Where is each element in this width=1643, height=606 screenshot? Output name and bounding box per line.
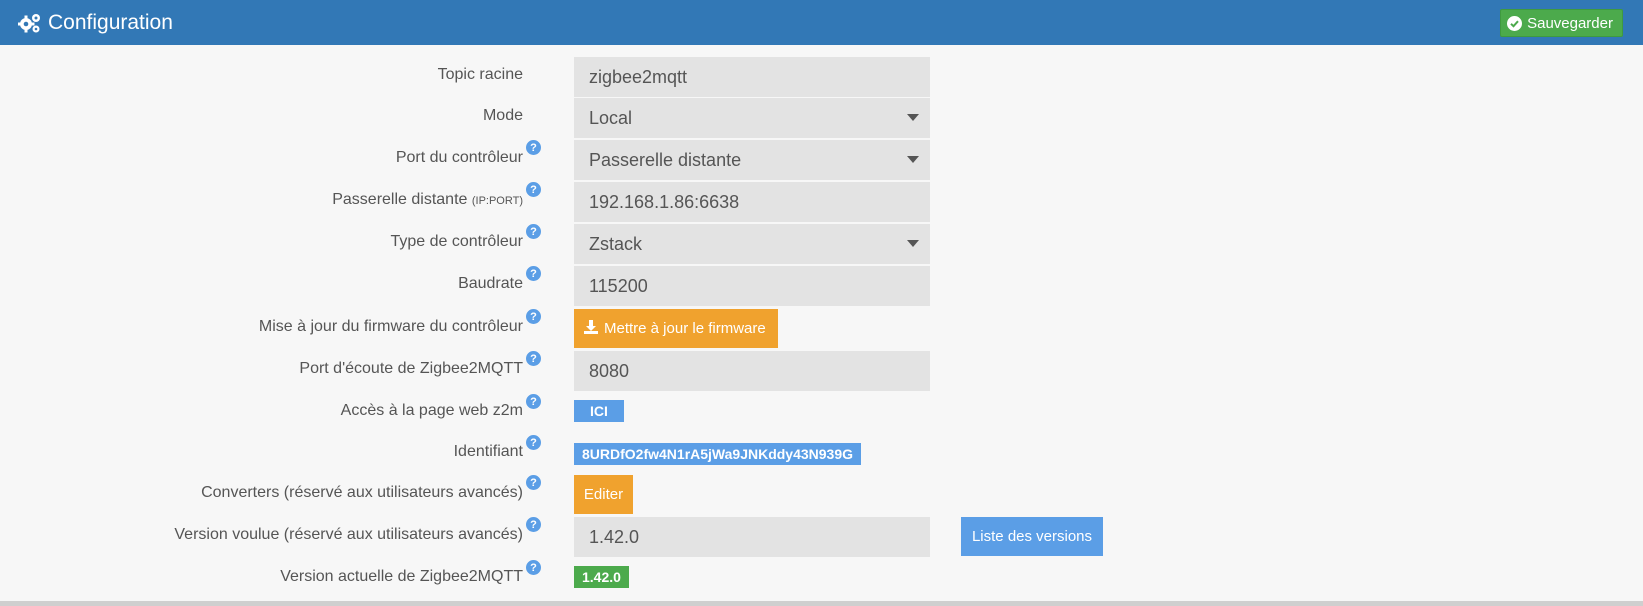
type-value: Zstack [589, 234, 643, 254]
remote-label-text: Passerelle distante [332, 191, 468, 208]
page-title: Configuration [18, 0, 173, 45]
save-button-label: Sauvegarder [1527, 14, 1613, 32]
web-link[interactable]: ICI [574, 400, 624, 422]
remote-label: Passerelle distante (IP:PORT) [332, 191, 523, 209]
question-circle-icon[interactable]: ? [526, 435, 541, 450]
download-icon [584, 319, 598, 338]
config-form: Topic racine Mode Local Port du contrôle… [0, 45, 1643, 601]
remote-input[interactable] [574, 182, 930, 222]
current-version-badge: 1.42.0 [574, 566, 629, 588]
port-label: Port du contrôleur [395, 149, 523, 166]
question-circle-icon[interactable]: ? [526, 351, 541, 366]
question-circle-icon[interactable]: ? [526, 224, 541, 239]
check-circle-icon [1507, 15, 1523, 31]
topic-input[interactable] [574, 57, 930, 97]
port-value: Passerelle distante [589, 150, 742, 170]
firmware-label: Mise à jour du firmware du contrôleur [258, 318, 523, 335]
page-title-text: Configuration [48, 11, 173, 34]
converters-label: Converters (réservé aux utilisateurs ava… [201, 484, 523, 501]
identifier-label: Identifiant [453, 443, 523, 460]
topic-label: Topic racine [437, 66, 523, 83]
type-label: Type de contrôleur [390, 233, 523, 250]
edit-converters-button[interactable]: Editer [574, 475, 633, 514]
mode-value: Local [589, 108, 633, 128]
mode-label: Mode [482, 107, 523, 124]
question-circle-icon[interactable]: ? [526, 309, 541, 324]
caret-down-icon [907, 156, 919, 163]
remote-label-hint: (IP:PORT) [471, 195, 523, 207]
baudrate-label: Baudrate [458, 275, 523, 292]
question-circle-icon[interactable]: ? [526, 394, 541, 409]
listen-port-input[interactable] [574, 351, 930, 391]
wanted-version-input[interactable] [574, 517, 930, 557]
question-circle-icon[interactable]: ? [526, 475, 541, 490]
save-button[interactable]: Sauvegarder [1500, 9, 1623, 37]
wanted-version-label: Version voulue (réservé aux utilisateurs… [174, 526, 523, 543]
current-version-label: Version actuelle de Zigbee2MQTT [280, 568, 523, 585]
question-circle-icon[interactable]: ? [526, 266, 541, 281]
update-firmware-label: Mettre à jour le firmware [604, 320, 766, 337]
port-select[interactable]: Passerelle distante [574, 140, 930, 180]
identifier-value: 8URDfO2fw4N1rA5jWa9JNKddy43N939G [574, 443, 862, 465]
type-select[interactable]: Zstack [574, 224, 930, 264]
mode-select[interactable]: Local [574, 98, 930, 138]
cogs-icon [18, 12, 42, 34]
question-circle-icon[interactable]: ? [526, 140, 541, 155]
caret-down-icon [907, 114, 919, 121]
question-circle-icon[interactable]: ? [526, 517, 541, 532]
top-header: Configuration Sauvegarder [0, 0, 1643, 45]
question-circle-icon[interactable]: ? [526, 560, 541, 575]
baudrate-input[interactable] [574, 266, 930, 306]
web-label: Accès à la page web z2m [340, 402, 523, 419]
bottom-divider [0, 601, 1643, 606]
version-list-button[interactable]: Liste des versions [961, 517, 1103, 556]
caret-down-icon [907, 240, 919, 247]
update-firmware-button[interactable]: Mettre à jour le firmware [574, 309, 778, 348]
listen-port-label: Port d'écoute de Zigbee2MQTT [299, 360, 523, 377]
question-circle-icon[interactable]: ? [526, 182, 541, 197]
